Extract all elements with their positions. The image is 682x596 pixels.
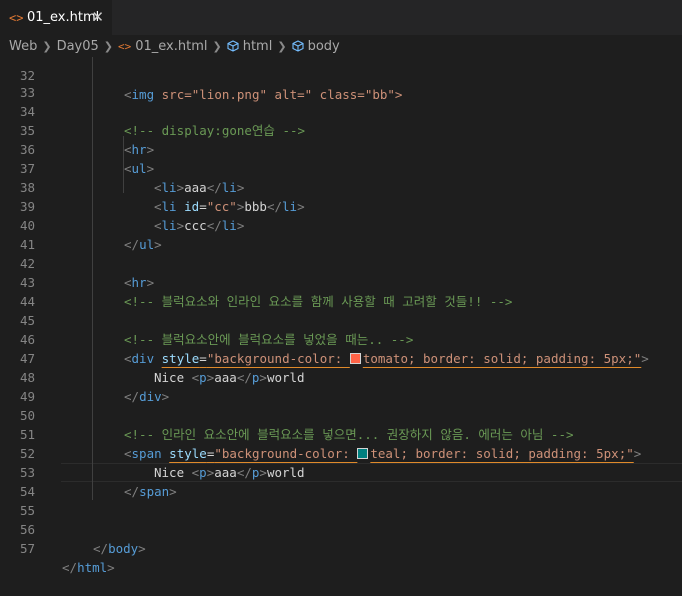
code-line-current: 54	[19, 484, 35, 499]
code-line: 50 <!-- 인라인 요소안에 블럭요소를 넣으면... 권장하지 않음. 에…	[19, 408, 574, 442]
code-line: 49	[19, 389, 35, 404]
tab-01-ex-html[interactable]: <> 01_ex.html ✕	[0, 0, 112, 35]
code-line: 51 <span style="background-color: teal; …	[19, 427, 642, 461]
code-line: 45 <!-- 블럭요소안에 블럭요소를 넣었을 때는.. -->	[19, 313, 414, 347]
close-icon[interactable]: ✕	[91, 8, 104, 26]
code-line: 38 <li id="cc">bbb</li>	[19, 180, 305, 214]
code-line: 40 </ul>	[19, 218, 162, 252]
code-line: 43 <!-- 블럭요소와 인라인 요소를 함께 사용할 때 고려할 것들!! …	[19, 275, 513, 309]
code-line: 37 <li>aaa</li>	[19, 161, 245, 195]
code-line: 52 Nice <p>aaa</p>world	[19, 446, 305, 480]
code-line: 46 <div style="background-color: tomato;…	[19, 332, 649, 366]
code-line: 55	[19, 503, 35, 518]
code-line: 39 <li>ccc</li>	[19, 199, 245, 233]
tab-bar: <> 01_ex.html ✕	[0, 0, 682, 35]
code-line: 36 <ul>	[19, 142, 155, 176]
tab-label: 01_ex.html	[27, 10, 100, 25]
code-line: 47 Nice <p>aaa</p>world	[19, 351, 305, 385]
code-line: 35 <hr>	[19, 123, 155, 157]
code-line: 44	[19, 294, 35, 309]
code-line: 57 </html>	[19, 541, 115, 575]
code-line: 34 <!-- display:gone연습 -->	[19, 104, 306, 138]
code-line: 48 </div>	[19, 370, 170, 404]
code-line: 42 <hr>	[19, 256, 155, 290]
code-line: 41	[19, 237, 35, 252]
html-file-icon: <>	[9, 10, 24, 25]
code-line: 56 </body>	[19, 522, 146, 556]
code-editor[interactable]: 32 <img src="lion.png" alt=" class="bb">…	[0, 57, 682, 575]
code-line: 53 </span>	[19, 465, 177, 499]
code-line: 33	[19, 85, 35, 100]
